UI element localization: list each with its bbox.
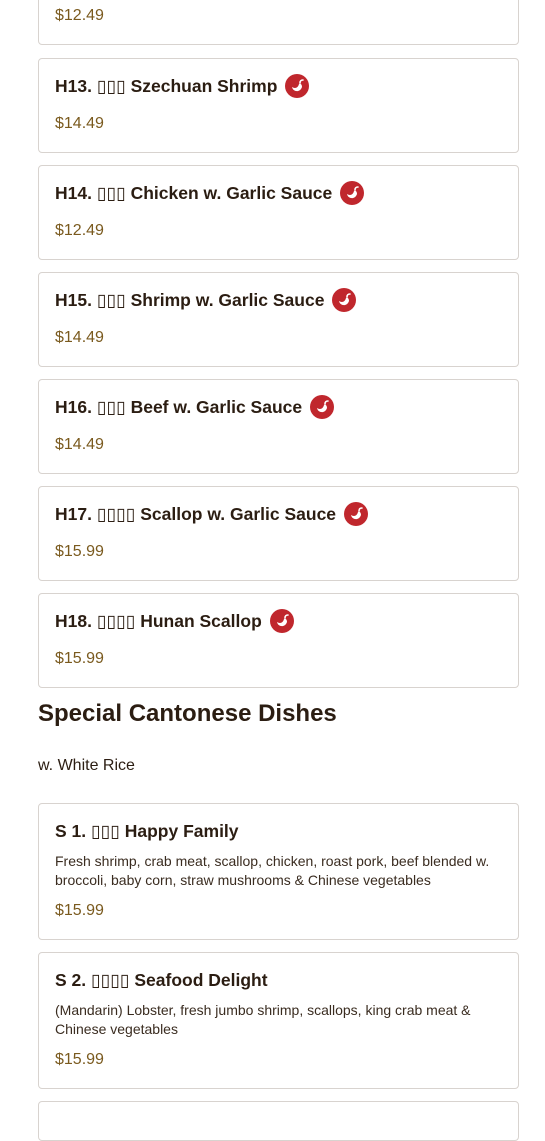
item-price: $12.49	[55, 7, 104, 24]
item-title-row: H18. ▯▯▯▯ Hunan Scallop	[55, 609, 294, 633]
menu-item-card[interactable]: H17. ▯▯▯▯ Scallop w. Garlic Sauce $15.99	[38, 486, 519, 581]
menu-item-card[interactable]: H16. ▯▯▯ Beef w. Garlic Sauce $14.49	[38, 379, 519, 474]
item-title: H18. ▯▯▯▯ Hunan Scallop	[55, 610, 262, 631]
section-subtitle: w. White Rice	[38, 757, 135, 774]
menu-item-card[interactable]: S 1. ▯▯▯ Happy Family Fresh shrimp, crab…	[38, 803, 519, 940]
chili-pepper-icon	[269, 609, 294, 633]
item-price: $14.49	[55, 329, 104, 346]
chili-pepper-icon	[285, 74, 310, 98]
chili-pepper-icon	[344, 502, 369, 526]
item-title-row: H14. ▯▯▯ Chicken w. Garlic Sauce	[55, 181, 365, 205]
item-description: (Mandarin) Lobster, fresh jumbo shrimp, …	[55, 1002, 471, 1037]
menu-item-card[interactable]: H15. ▯▯▯ Shrimp w. Garlic Sauce $14.49	[38, 272, 519, 367]
item-title: S 2. ▯▯▯▯ Seafood Delight	[55, 970, 268, 990]
item-title: H17. ▯▯▯▯ Scallop w. Garlic Sauce	[55, 503, 337, 524]
item-price: $14.49	[55, 115, 104, 132]
item-title-row: S 1. ▯▯▯ Happy Family	[55, 821, 239, 842]
item-title-row: H17. ▯▯▯▯ Scallop w. Garlic Sauce	[55, 502, 369, 526]
item-title: H14. ▯▯▯ Chicken w. Garlic Sauce	[55, 182, 333, 203]
item-title: S 1. ▯▯▯ Happy Family	[55, 821, 239, 841]
menu-item-card[interactable]	[38, 1101, 519, 1141]
chili-pepper-icon	[340, 181, 365, 205]
menu-item-card[interactable]: S 2. ▯▯▯▯ Seafood Delight (Mandarin) Lob…	[38, 952, 519, 1089]
item-title-row: H13. ▯▯▯ Szechuan Shrimp	[55, 74, 310, 98]
menu-item-card[interactable]: H18. ▯▯▯▯ Hunan Scallop $15.99	[38, 593, 519, 688]
chili-pepper-icon	[310, 395, 335, 419]
item-title-row: H16. ▯▯▯ Beef w. Garlic Sauce	[55, 395, 335, 419]
item-title: H15. ▯▯▯ Shrimp w. Garlic Sauce	[55, 289, 325, 310]
item-price: $12.49	[55, 222, 104, 239]
menu-item-card[interactable]: H14. ▯▯▯ Chicken w. Garlic Sauce $12.49	[38, 165, 519, 260]
item-title: H16. ▯▯▯ Beef w. Garlic Sauce	[55, 396, 303, 417]
item-price: $15.99	[55, 650, 104, 667]
item-price: $15.99	[55, 1051, 104, 1068]
item-price: $14.49	[55, 436, 104, 453]
item-title-row: H15. ▯▯▯ Shrimp w. Garlic Sauce	[55, 288, 357, 312]
section-title: Special Cantonese Dishes	[38, 700, 337, 727]
menu-item-card[interactable]: H13. ▯▯▯ Szechuan Shrimp $14.49	[38, 58, 519, 153]
item-price: $15.99	[55, 543, 104, 560]
item-description: Fresh shrimp, crab meat, scallop, chicke…	[55, 853, 490, 888]
item-title: H13. ▯▯▯ Szechuan Shrimp	[55, 75, 278, 96]
menu-item-card[interactable]: $12.49	[38, 0, 519, 45]
item-price: $15.99	[55, 902, 104, 919]
chili-pepper-icon	[332, 288, 357, 312]
item-title-row: S 2. ▯▯▯▯ Seafood Delight	[55, 970, 268, 991]
